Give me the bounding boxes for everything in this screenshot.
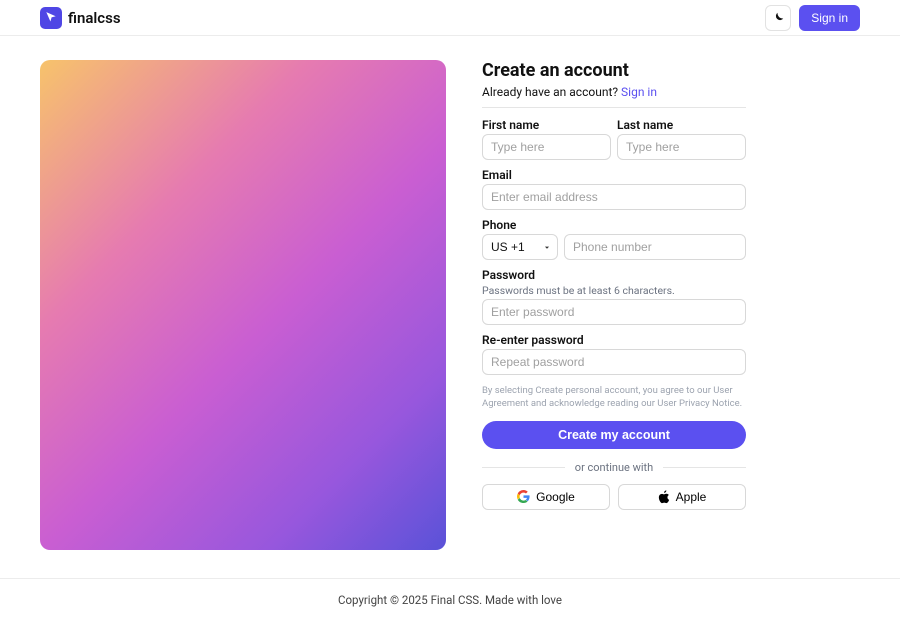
password-confirm-input[interactable]: [482, 349, 746, 375]
create-account-button[interactable]: Create my account: [482, 421, 746, 449]
signin-link[interactable]: Sign in: [621, 85, 657, 99]
password-helper: Passwords must be at least 6 characters.: [482, 284, 746, 297]
page-header: finalcss Sign in: [0, 0, 900, 36]
main-content: Create an account Already have an accoun…: [0, 36, 900, 578]
brand-logo: [40, 7, 62, 29]
phone-input[interactable]: [564, 234, 746, 260]
apple-signin-button[interactable]: Apple: [618, 484, 746, 510]
first-name-label: First name: [482, 118, 611, 132]
theme-toggle-button[interactable]: [765, 5, 791, 31]
password-label: Password: [482, 268, 746, 282]
password-confirm-label: Re-enter password: [482, 333, 746, 347]
page-title: Create an account: [482, 60, 746, 81]
google-signin-button[interactable]: Google: [482, 484, 610, 510]
brand-group: finalcss: [40, 7, 121, 29]
signup-form: Create an account Already have an accoun…: [482, 60, 746, 554]
apple-icon: [658, 490, 670, 504]
last-name-input[interactable]: [617, 134, 746, 160]
apple-button-label: Apple: [676, 490, 707, 504]
phone-label: Phone: [482, 218, 746, 232]
email-label: Email: [482, 168, 746, 182]
password-input[interactable]: [482, 299, 746, 325]
brand-name: finalcss: [68, 9, 121, 27]
terms-text: By selecting Create personal account, yo…: [482, 385, 746, 411]
google-button-label: Google: [536, 490, 575, 504]
page-footer: Copyright © 2025 Final CSS. Made with lo…: [0, 578, 900, 620]
signin-prompt-text: Already have an account?: [482, 85, 621, 99]
footer-text: Copyright © 2025 Final CSS. Made with lo…: [338, 593, 562, 607]
header-actions: Sign in: [765, 5, 860, 31]
header-signin-button[interactable]: Sign in: [799, 5, 860, 31]
email-input[interactable]: [482, 184, 746, 210]
cursor-icon: [44, 11, 58, 25]
last-name-label: Last name: [617, 118, 746, 132]
oauth-buttons: Google Apple: [482, 484, 746, 510]
moon-icon: [771, 11, 785, 25]
country-code-select[interactable]: US +1: [482, 234, 558, 260]
first-name-input[interactable]: [482, 134, 611, 160]
signin-prompt: Already have an account? Sign in: [482, 85, 746, 99]
oauth-divider: or continue with: [482, 461, 746, 474]
decorative-gradient-panel: [40, 60, 446, 550]
title-divider: [482, 107, 746, 108]
google-icon: [517, 490, 530, 503]
oauth-divider-label: or continue with: [575, 461, 653, 474]
